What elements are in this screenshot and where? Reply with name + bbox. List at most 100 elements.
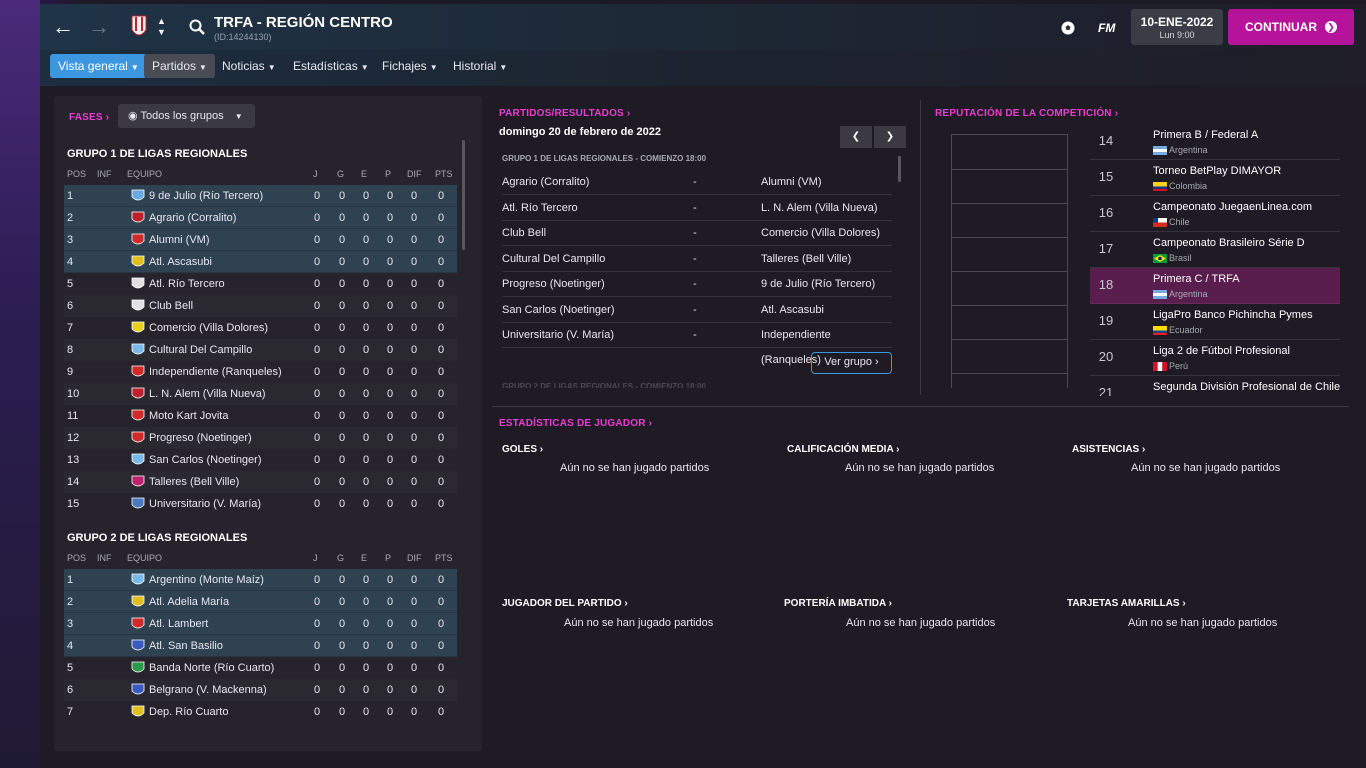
match-row[interactable]: Club Bell - Comercio (Villa Dolores) [502,221,892,246]
team-name[interactable]: Atl. Río Tercero [149,273,225,295]
team-name[interactable]: Club Bell [149,295,193,317]
table-row[interactable]: 9 Independiente (Ranqueles) 0 0 0 0 0 0 [64,361,457,383]
yellow-cards-link[interactable]: TARJETAS AMARILLAS › [1067,598,1186,609]
table-row[interactable]: 5 Banda Norte (Río Cuarto) 0 0 0 0 0 0 [64,657,457,679]
competition-name[interactable]: LigaPro Banco Pichincha Pymes [1153,309,1313,321]
clean-sheets-link[interactable]: PORTERÍA IMBATIDA › [784,598,892,609]
match-row[interactable]: Atl. Río Tercero - L. N. Alem (Villa Nueva… [502,196,892,221]
home-team[interactable]: Atl. Río Tercero [502,196,578,221]
fases-link[interactable]: FASES › [69,112,109,123]
home-team[interactable]: Club Bell [502,221,546,246]
team-name[interactable]: Alumni (VM) [149,229,210,251]
home-team[interactable]: Progreso (Noetinger) [502,272,605,297]
column-header[interactable]: DIF [407,553,422,563]
column-header[interactable]: PTS [435,169,453,179]
away-team[interactable]: Atl. Ascasubi [761,298,824,323]
reputation-row[interactable]: 18 Primera C / TRFA Argentina [1090,268,1340,304]
standings-scrollbar[interactable] [462,140,465,250]
menu-estadisticas[interactable]: Estadísticas ▼ [285,54,377,78]
column-header[interactable]: P [385,553,391,563]
competition-name[interactable]: Campeonato JuegaenLinea.com [1153,201,1312,213]
competition-name[interactable]: Primera B / Federal A [1153,129,1258,141]
column-header[interactable]: POS [67,553,86,563]
previous-day-button[interactable]: ❮ [840,126,872,148]
reputation-row[interactable]: 15 Torneo BetPlay DIMAYOR Colombia [1090,160,1340,196]
team-name[interactable]: San Carlos (Noetinger) [149,449,262,471]
team-name[interactable]: Moto Kart Jovita [149,405,228,427]
team-name[interactable]: Universitario (V. María) [149,493,261,515]
team-name[interactable]: Cultural Del Campillo [149,339,252,361]
table-row[interactable]: 7 Comercio (Villa Dolores) 0 0 0 0 0 0 [64,317,457,339]
table-row[interactable]: 3 Atl. Lambert 0 0 0 0 0 0 [64,613,457,635]
table-row[interactable]: 4 Atl. Ascasubi 0 0 0 0 0 0 [64,251,457,273]
reputation-row[interactable]: 19 LigaPro Banco Pichincha Pymes Ecuador [1090,304,1340,340]
column-header[interactable]: P [385,169,391,179]
table-row[interactable]: 5 Atl. Río Tercero 0 0 0 0 0 0 [64,273,457,295]
match-row[interactable]: Agrario (Corralito) - Alumni (VM) [502,170,892,195]
team-name[interactable]: L. N. Alem (Villa Nueva) [149,383,266,405]
team-name[interactable]: Agrario (Corralito) [149,207,236,229]
team-name[interactable]: Atl. Ascasubi [149,251,212,273]
player-of-match-link[interactable]: JUGADOR DEL PARTIDO › [502,598,628,609]
table-row[interactable]: 14 Talleres (Bell Ville) 0 0 0 0 0 0 [64,471,457,493]
team-name[interactable]: Talleres (Bell Ville) [149,471,239,493]
table-row[interactable]: 10 L. N. Alem (Villa Nueva) 0 0 0 0 0 0 [64,383,457,405]
column-header[interactable]: G [337,553,344,563]
away-team[interactable]: Alumni (VM) [761,170,822,195]
groups-dropdown[interactable]: ◉ Todos los grupos ▼ [118,104,255,128]
team-name[interactable]: Atl. Lambert [149,613,208,635]
menu-historial[interactable]: Historial ▼ [445,54,515,78]
reputation-row[interactable]: 20 Liga 2 de Fútbol Profesional Perú [1090,340,1340,376]
team-name[interactable]: Dep. Río Cuarto [149,701,228,723]
reputation-row[interactable]: 14 Primera B / Federal A Argentina [1090,124,1340,160]
reputation-row[interactable]: 17 Campeonato Brasileiro Série D Brasil [1090,232,1340,268]
continue-button[interactable]: CONTINUAR ❯ [1228,9,1354,45]
menu-noticias[interactable]: Noticias ▼ [214,54,284,78]
table-row[interactable]: 11 Moto Kart Jovita 0 0 0 0 0 0 [64,405,457,427]
column-header[interactable]: E [361,553,367,563]
competition-name[interactable]: Torneo BetPlay DIMAYOR [1153,165,1281,177]
player-stats-section-title[interactable]: ESTADÍSTICAS DE JUGADOR › [499,418,652,429]
reputation-row[interactable]: 21Segunda División Profesional de ChileC… [1090,376,1340,396]
goals-link[interactable]: GOLES › [502,444,543,455]
view-group-button[interactable]: Ver grupo › [811,352,892,374]
table-row[interactable]: 2 Agrario (Corralito) 0 0 0 0 0 0 [64,207,457,229]
column-header[interactable]: PTS [435,553,453,563]
assists-link[interactable]: ASISTENCIAS › [1072,444,1145,455]
column-header[interactable]: EQUIPO [127,553,162,563]
forward-arrow-icon[interactable]: → [88,16,110,38]
matches-section-title[interactable]: PARTIDOS/RESULTADOS › [499,108,630,119]
match-row[interactable]: Progreso (Noetinger) - 9 de Julio (Río Ter… [502,272,892,297]
team-name[interactable]: Progreso (Noetinger) [149,427,252,449]
reputation-row[interactable]: 16 Campeonato JuegaenLinea.com Chile [1090,196,1340,232]
match-row[interactable]: Cultural Del Campillo - Talleres (Bell Vil… [502,247,892,272]
competition-name[interactable]: Liga 2 de Fútbol Profesional [1153,345,1290,357]
home-team[interactable]: Universitario (V. María) [502,323,614,348]
next-day-button[interactable]: ❯ [874,126,906,148]
column-header[interactable]: G [337,169,344,179]
away-team[interactable]: Comercio (Villa Dolores) [761,221,880,246]
table-row[interactable]: 2 Atl. Adelia María 0 0 0 0 0 0 [64,591,457,613]
team-name[interactable]: Belgrano (V. Mackenna) [149,679,267,701]
search-icon[interactable] [188,18,206,36]
column-header[interactable]: E [361,169,367,179]
fm-logo[interactable]: FM [1098,21,1115,35]
column-header[interactable]: INF [97,553,112,563]
team-name[interactable]: 9 de Julio (Río Tercero) [149,185,263,207]
column-header[interactable]: INF [97,169,112,179]
table-row[interactable]: 8 Cultural Del Campillo 0 0 0 0 0 0 [64,339,457,361]
competition-name[interactable]: Campeonato Brasileiro Série D [1153,237,1305,249]
switch-competition-arrows-icon[interactable]: ▲ ▼ [157,16,166,38]
menu-vista-general[interactable]: Vista general ▼ [50,54,147,78]
team-name[interactable]: Independiente (Ranqueles) [149,361,282,383]
away-team[interactable]: Talleres (Bell Ville) [761,247,851,272]
home-team[interactable]: Cultural Del Campillo [502,247,605,272]
table-row[interactable]: 4 Atl. San Basilio 0 0 0 0 0 0 [64,635,457,657]
column-header[interactable]: POS [67,169,86,179]
team-name[interactable]: Comercio (Villa Dolores) [149,317,268,339]
away-team[interactable]: L. N. Alem (Villa Nueva) [761,196,878,221]
menu-partidos[interactable]: Partidos ▼ [144,54,215,78]
team-name[interactable]: Atl. San Basilio [149,635,223,657]
table-row[interactable]: 7 Dep. Río Cuarto 0 0 0 0 0 0 [64,701,457,723]
competition-name[interactable]: Primera C / TRFA [1153,273,1240,285]
